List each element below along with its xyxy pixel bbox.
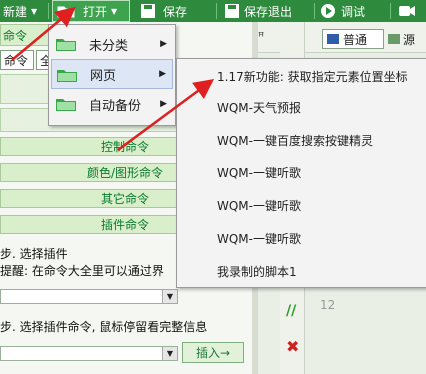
plugin-select[interactable]: ▼ [0,289,178,304]
source-view-tab[interactable]: 源 [388,29,426,49]
tab-commands-label: 命令 [4,53,29,68]
normal-view-label: 普通 [343,32,368,47]
open-menu: 未分类 ▶ 网页 ▶ 自动备份 ▶ [48,24,176,126]
color-graphics-commands-label: 颜色/图形命令 [86,166,164,180]
web-submenu: 1.17新功能: 获取指定元素位置坐标 WQM-天气预报 WQM-一键百度搜索按… [176,58,426,288]
insert-button[interactable]: 插入→ [182,342,244,363]
script-item-label: WQM-一键百度搜索按键精灵 [217,133,373,148]
control-commands-label: 控制命令 [100,140,149,154]
script-item-label: WQM-一键听歌 [217,165,301,180]
tab-commands[interactable]: 命令 [0,50,34,70]
chevron-down-icon: ▼ [31,6,38,16]
script-item[interactable]: WQM-一键听歌 [217,157,301,187]
other-commands-label: 其它命令 [100,192,149,206]
record-button[interactable] [398,0,426,22]
menu-item-uncategorized-label: 未分类 [89,38,129,54]
menu-item-auto-backup-label: 自动备份 [89,98,142,114]
toolbar: 新建 ▼ 打开 ▼ 保存 保存退出 调试 [0,0,426,23]
video-icon [399,6,415,16]
save-button[interactable]: 保存 [140,0,210,22]
open-button[interactable]: 打开 ▼ [52,0,130,22]
folder-icon [55,36,77,52]
pin-icon[interactable]: ꟸ [258,30,270,43]
chevron-down-icon: ▼ [111,6,118,16]
insert-label: 插入→ [195,346,231,360]
script-item[interactable]: WQM-一键百度搜索按键精灵 [217,125,373,155]
new-button[interactable]: 新建 ▼ [0,0,40,22]
plugin-command-select[interactable]: ▼ [0,346,178,361]
new-label: 新建 [3,4,28,19]
plugin-commands-label: 插件命令 [100,218,149,232]
separator [390,3,391,19]
chevron-right-icon: ▶ [160,39,167,49]
menu-item-web-label: 网页 [90,68,117,84]
chevron-down-icon: ▼ [162,290,177,303]
chevron-right-icon: ▶ [160,99,167,109]
step-select-plugin-command: 步. 选择插件命令, 鼠标停留看完整信息 [0,320,208,334]
script-item[interactable]: WQM-天气预报 [217,92,301,122]
script-item-label: 我录制的脚本1 [217,264,297,279]
debug-button[interactable]: 调试 [320,0,380,22]
chevron-down-icon: ▼ [162,347,177,360]
command-header-label: 命令 [3,28,28,43]
step-select-plugin: 步. 选择插件 [0,247,68,261]
chevron-right-icon: ▶ [159,69,166,79]
save-exit-icon [225,4,239,18]
source-icon [388,34,400,44]
folder-icon [55,96,77,112]
script-item[interactable]: 1.17新功能: 获取指定元素位置坐标 [217,61,408,91]
debug-label: 调试 [341,4,366,19]
script-item[interactable]: 我录制的脚本1 [217,256,297,286]
hint-text: 提醒: 在命令大全里可以通过界 [0,264,164,278]
script-item[interactable]: WQM-一键听歌 [217,190,301,220]
folder-open-icon [57,6,75,18]
menu-item-web[interactable]: 网页 ▶ [51,59,173,89]
normal-view-tab[interactable]: 普通 [322,29,384,49]
save-exit-label: 保存退出 [244,4,293,19]
script-item-label: WQM-一键听歌 [217,198,301,213]
folder-icon [56,67,78,83]
view-icon [327,34,339,44]
open-label: 打开 [83,4,108,19]
script-item-label: 1.17新功能: 获取指定元素位置坐标 [217,69,408,84]
separator [314,3,315,19]
separator [216,3,217,19]
script-item[interactable]: WQM-一键听歌 [217,223,301,253]
source-view-label: 源 [403,32,416,47]
save-label: 保存 [163,4,188,19]
play-icon [321,4,335,18]
menu-item-auto-backup[interactable]: 自动备份 ▶ [51,89,173,119]
menu-item-uncategorized[interactable]: 未分类 ▶ [51,29,173,59]
save-exit-button[interactable]: 保存退出 [224,0,314,22]
save-icon [141,4,155,18]
line-number: 12 [320,298,336,312]
delete-icon[interactable]: ✖ [286,337,299,356]
script-item-label: WQM-天气预报 [217,100,301,115]
script-item-label: WQM-一键听歌 [217,231,301,246]
separator [48,3,49,19]
comment-icon[interactable]: // [286,303,296,319]
